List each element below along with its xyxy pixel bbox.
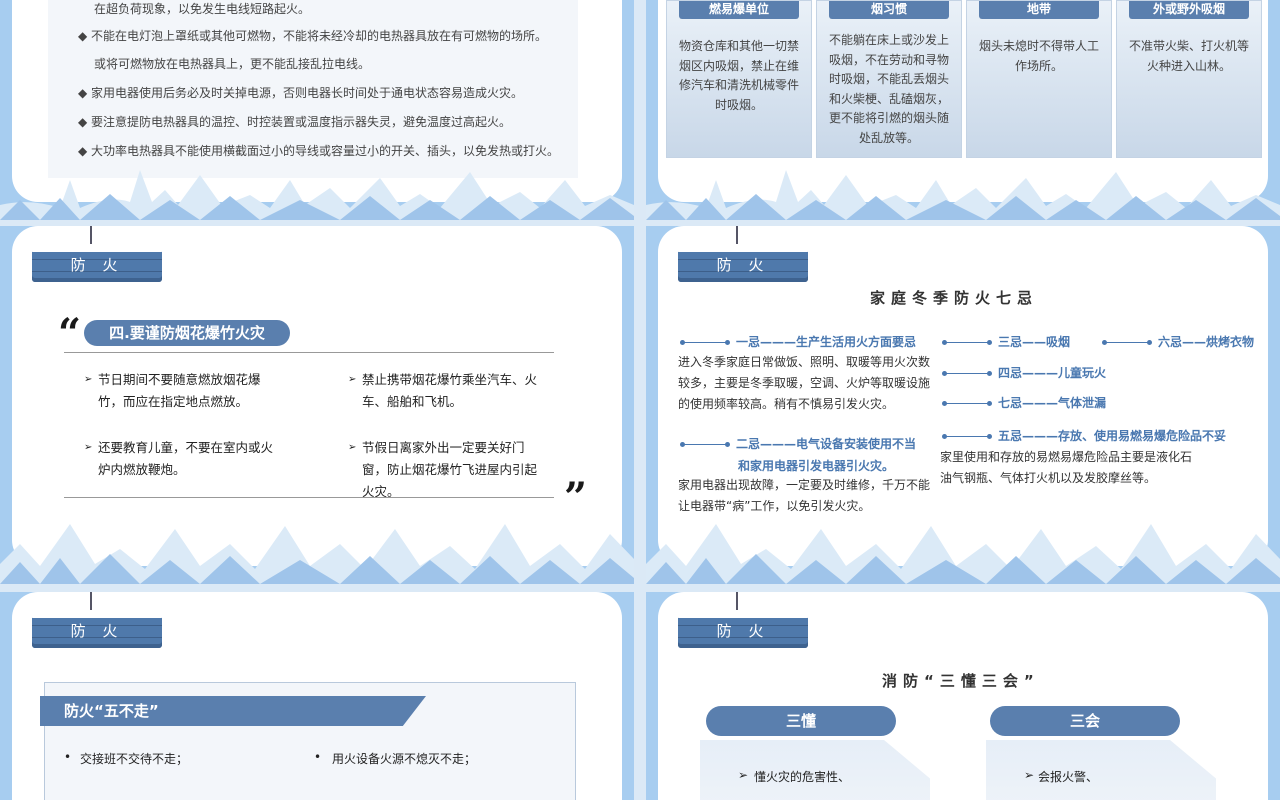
sign-label: 防 火: [716, 256, 770, 274]
rule-column-body: 烟头未熄时不得带人工作场所。: [978, 39, 1099, 73]
arrow-icon: ➢: [84, 442, 93, 453]
taboo-item-2: 二忌———电气设备安装使用不当: [680, 435, 916, 452]
sign-label: 防 火: [70, 256, 124, 274]
sign-label: 防 火: [716, 622, 770, 640]
taboo-item-6: 六忌——烘烤衣物: [1102, 333, 1254, 350]
slide-winter-seven-taboos[interactable]: 防 火 家庭冬季防火七忌 一忌———生产生活用火方面要忌 进入冬季家庭日常做饭、…: [646, 226, 1280, 584]
text-line-6: ◆ 大功率电热器具不能使用横截面过小的导线或容量过小的开关、插头，以免发热或打火…: [78, 144, 560, 158]
slide-title: 家庭冬季防火七忌: [870, 289, 1039, 307]
slide-electrical-safety[interactable]: 在超负荷现象，以免发生电线短路起火。 ◆ 不能在电灯泡上罩纸或其他可燃物，不能将…: [0, 0, 634, 220]
bullet-dot: •: [314, 750, 322, 764]
open-quote-mark: “: [58, 310, 82, 357]
slide-grid: 在超负荷现象，以免发生电线短路起火。 ◆ 不能在电灯泡上罩纸或其他可燃物，不能将…: [0, 0, 1280, 800]
slide-title: 消防“三懂三会”: [882, 672, 1040, 690]
rule-column-body: 不能躺在床上或沙发上吸烟，不在劳动和寻物时吸烟，不能乱丢烟头和火柴梗、乱磕烟灰，…: [828, 33, 949, 145]
bottom-divider: [64, 497, 554, 498]
bullet-item-3: ➢ 还要教育儿童，不要在室内或火炉内燃放鞭炮。: [84, 437, 284, 481]
text-line-4: ◆ 家用电器使用后务必及时关掉电源，否则电器长时间处于通电状态容易造成火灾。: [78, 86, 524, 100]
sign-label: 防 火: [70, 622, 124, 640]
sign-snow: [30, 610, 164, 618]
tab-three-knows: 三懂: [706, 706, 896, 736]
wooden-sign: 防 火: [676, 226, 810, 284]
rule-column-title: 燃易爆单位: [679, 1, 799, 19]
text-line-1: 在超负荷现象，以免发生电线短路起火。: [94, 2, 311, 16]
rule-column-3: 地带 烟头未熄时不得带人工作场所。: [966, 0, 1112, 158]
wooden-sign: 防 火: [676, 592, 810, 650]
bullet-item-4: ➢ 节假日离家外出一定要关好门窗，防止烟花爆竹飞进屋内引起火灾。: [348, 437, 548, 503]
knows-item-1: 懂火灾的危害性、: [754, 770, 851, 784]
wooden-sign: 防 火: [30, 226, 164, 284]
taboo-paragraph-5: 家里使用和存放的易燃易爆危险品主要是液化石油气钢瓶、气体打火机以及发胶摩丝等。: [940, 450, 1193, 485]
text-line-2: ◆ 不能在电灯泡上罩纸或其他可燃物，不能将未经冷却的电热器具放在有可燃物的场所。: [78, 29, 548, 43]
arrow-icon: ➢: [84, 374, 93, 385]
taboo-item-4: 四忌———儿童玩火: [942, 364, 1106, 381]
wooden-sign: 防 火: [30, 592, 164, 650]
list-item-2: 用火设备火源不熄灭不走；: [332, 752, 477, 766]
taboo-item-3: 三忌——吸烟: [942, 333, 1070, 350]
list-item-1: 交接班不交待不走；: [80, 752, 189, 766]
rule-column-4: 外或野外吸烟 不准带火柴、打火机等火种进入山林。: [1116, 0, 1262, 158]
section-heading: 四.要谨防烟花爆竹火灾: [84, 320, 290, 346]
arrow-icon: ➢: [348, 374, 357, 385]
slide-three-knows-three-skills[interactable]: 防 火 消防“三懂三会” 三懂 三会 ➢ 懂火灾的危害性、 ➢ 会报火警、: [646, 592, 1280, 800]
taboo-item-7: 七忌———气体泄漏: [942, 394, 1106, 411]
close-quote-mark: ”: [564, 474, 588, 521]
top-divider: [64, 352, 554, 353]
slide-fireworks-safety[interactable]: 防 火 “ 四.要谨防烟花爆竹火灾 ➢ 节日期间不要随意燃放烟花爆竹，而应在指定…: [0, 226, 634, 584]
sign-snow: [30, 244, 164, 252]
taboo-item-2-cont: 和家用电器引发电器引火灾。: [738, 459, 895, 473]
taboo-paragraph-1: 进入冬季家庭日常做饭、照明、取暖等用火次数较多，主要是冬季取暖，空调、火炉等取暖…: [678, 355, 931, 411]
sign-snow: [676, 610, 810, 618]
rule-column-2: 烟习惯 不能躺在床上或沙发上吸烟，不在劳动和寻物时吸烟，不能乱丢烟头和火柴梗、乱…: [816, 0, 962, 158]
taboo-item-5: 五忌———存放、使用易燃易爆危险品不妥: [942, 427, 1226, 444]
skills-item-1: 会报火警、: [1038, 770, 1099, 784]
taboo-item-1: 一忌———生产生活用火方面要忌: [680, 333, 916, 350]
bullet-item-2: ➢ 禁止携带烟花爆竹乘坐汽车、火车、船舶和飞机。: [348, 369, 544, 413]
text-line-3: 或将可燃物放在电热器具上，更不能乱接乱拉电线。: [94, 57, 371, 71]
text-line-5: ◆ 要注意提防电热器具的温控、时控装置或温度指示器失灵，避免温度过高起火。: [78, 115, 512, 129]
tab-three-skills: 三会: [990, 706, 1180, 736]
bullet-item-1: ➢ 节日期间不要随意燃放烟花爆竹，而应在指定地点燃放。: [84, 369, 284, 413]
bullet-dot: •: [64, 750, 72, 764]
rule-column-body: 不准带火柴、打火机等火种进入山林。: [1128, 39, 1249, 73]
arrow-icon: ➢: [1024, 768, 1035, 782]
sign-snow: [676, 244, 810, 252]
rule-column-title: 烟习惯: [829, 1, 949, 19]
rule-column-title: 地带: [979, 1, 1099, 19]
rule-column-body: 物资仓库和其他一切禁烟区内吸烟，禁止在维修汽车和清洗机械零件时吸烟。: [678, 39, 799, 112]
slide-five-dont-leave[interactable]: 防 火 防火“五不走” • 交接班不交待不走； • 用火设备火源不熄灭不走；: [0, 592, 634, 800]
section-banner: 防火“五不走”: [40, 696, 426, 726]
arrow-icon: ➢: [738, 768, 749, 782]
rule-column-1: 燃易爆单位 物资仓库和其他一切禁烟区内吸烟，禁止在维修汽车和清洗机械零件时吸烟。: [666, 0, 812, 158]
rule-column-title: 外或野外吸烟: [1129, 1, 1249, 19]
slide-smoking-rules[interactable]: 燃易爆单位 物资仓库和其他一切禁烟区内吸烟，禁止在维修汽车和清洗机械零件时吸烟。…: [646, 0, 1280, 220]
arrow-icon: ➢: [348, 442, 357, 453]
taboo-paragraph-2: 家用电器出现故障，一定要及时维修，千万不能让电器带“病”工作，以免引发火灾。: [678, 478, 931, 513]
